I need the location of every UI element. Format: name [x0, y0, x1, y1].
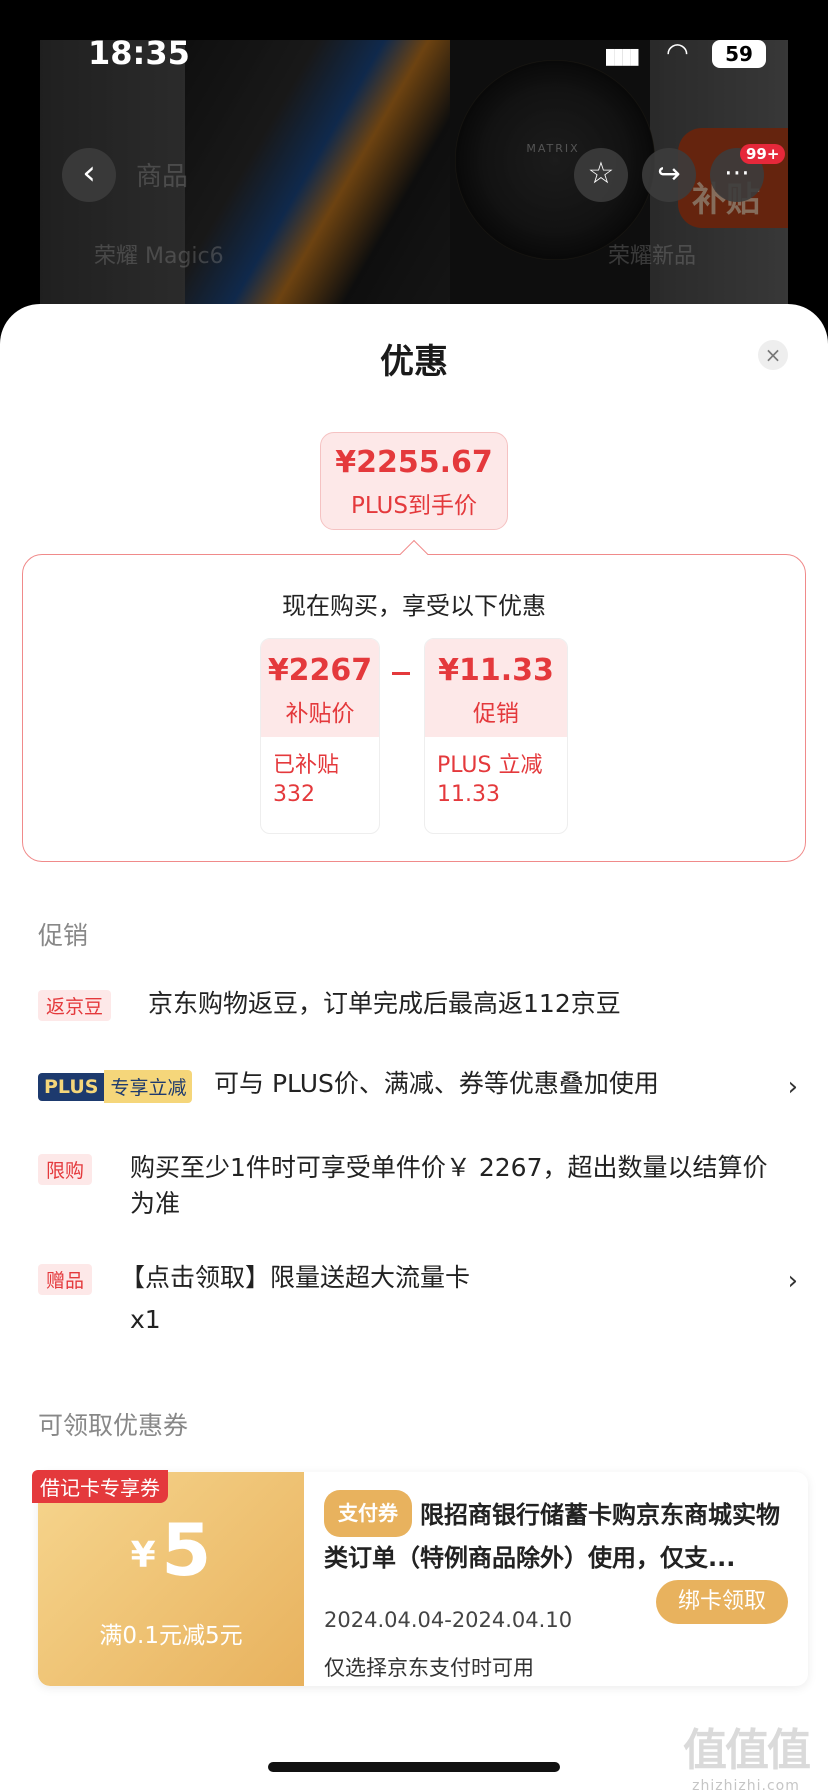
- subsidy-price-label: 补贴价: [285, 701, 355, 727]
- promo-tag: 赠品: [38, 1264, 93, 1295]
- back-button[interactable]: ‹: [62, 148, 116, 202]
- wifi-icon: ◠: [666, 38, 689, 68]
- signal-icon: ▮▮▮▮: [604, 44, 640, 69]
- favorite-star-icon[interactable]: ☆: [574, 148, 628, 202]
- product-page-background: MATRIX 商品 荣耀 Magic6 荣耀新品 补贴 ‹ ☆ ↪ ⋯ 99+ …: [0, 0, 828, 340]
- promo-text: 可与 PLUS价、满减、券等优惠叠加使用: [214, 1069, 659, 1098]
- promo-row-plus[interactable]: PLUS 专享立减 可与 PLUS价、满减、券等优惠叠加使用 ›: [38, 1069, 798, 1103]
- coupon-amount-value: 5: [161, 1508, 212, 1592]
- coupon-value-panel: ¥ 5 满0.1元减5元: [38, 1472, 304, 1686]
- subsidy-price-value: ¥2267: [267, 653, 373, 688]
- coupon-note: 仅选择京东支付时可用: [324, 1656, 534, 1680]
- promotion-discount-card: ¥11.33 促销 PLUS 立减 11.33: [424, 638, 568, 834]
- promo-row-limit: 限购 购买至少1件时可享受单件价￥ 2267，超出数量以结算价为准: [38, 1153, 798, 1218]
- coupon-condition: 满0.1元减5元: [99, 1623, 243, 1649]
- promotion-detail: PLUS 立减 11.33: [437, 753, 543, 807]
- coupon-title: 支付券 限招商银行储蓄卡购京东商城实物类订单（特例商品除外）使用，仅支...: [324, 1490, 794, 1580]
- final-price-label: PLUS到手价: [351, 493, 477, 519]
- promo-tag: 限购: [38, 1154, 93, 1185]
- home-indicator[interactable]: [268, 1762, 560, 1772]
- gift-quantity: x1: [130, 1305, 161, 1334]
- promo-text: 京东购物返豆，订单完成后最高返112京豆: [148, 989, 621, 1018]
- status-bar: 18:35 ▮▮▮▮ ◠ 59: [0, 0, 828, 80]
- sheet-title: 优惠: [380, 342, 448, 382]
- promo-row-jingdou: 返京豆 京东购物返豆，订单完成后最高返112京豆: [38, 989, 798, 1021]
- subsidy-price-card: ¥2267 补贴价 已补贴 332: [260, 638, 380, 834]
- coupon-details: 支付券 限招商银行储蓄卡购京东商城实物类订单（特例商品除外）使用，仅支...: [324, 1490, 794, 1580]
- chevron-right-icon: ›: [787, 1266, 798, 1296]
- subsidy-detail: 已补贴 332: [273, 753, 340, 807]
- coupon-amount: ¥ 5: [38, 1508, 304, 1592]
- coupon-card: ¥ 5 满0.1元减5元 支付券 限招商银行储蓄卡购京东商城实物类订单（特例商品除…: [38, 1472, 808, 1686]
- bind-card-button[interactable]: 绑卡领取: [656, 1580, 788, 1624]
- share-icon[interactable]: ↪: [642, 148, 696, 202]
- coupon-currency: ¥: [130, 1535, 156, 1576]
- plus-exclusive-tag: 专享立减: [104, 1070, 193, 1103]
- minus-icon: [392, 672, 410, 675]
- promo-text: 购买至少1件时可享受单件价￥ 2267，超出数量以结算价为准: [130, 1153, 768, 1218]
- watermark-text: 值值值: [683, 1725, 811, 1776]
- coupons-section-title: 可领取优惠券: [38, 1411, 189, 1440]
- close-icon[interactable]: ×: [758, 340, 788, 370]
- coupon-date: 2024.04.04-2024.04.10: [324, 1608, 573, 1632]
- plus-tag: PLUS: [38, 1072, 105, 1101]
- promotion-discount-label: 促销: [473, 701, 519, 727]
- pay-coupon-tag: 支付券: [324, 1490, 412, 1537]
- breakdown-heading: 现在购买，享受以下优惠: [282, 592, 546, 620]
- promo-tag: 返京豆: [38, 990, 112, 1021]
- promotions-section-title: 促销: [38, 921, 89, 950]
- cart-count-badge: 99+: [740, 144, 786, 164]
- final-price-value: ¥2255.67: [335, 445, 493, 480]
- battery-icon: 59: [712, 40, 766, 68]
- chevron-right-icon: ›: [787, 1072, 798, 1102]
- discount-sheet: 优惠 × ¥2255.67 PLUS到手价 现在购买，享受以下优惠 ¥2267 …: [0, 304, 828, 1792]
- promo-row-gift[interactable]: 赠品 【点击领取】限量送超大流量卡 x1 ›: [38, 1263, 798, 1334]
- watermark-logo: 值值值 zhizhizhi.com: [676, 1714, 816, 1792]
- promotion-discount-value: ¥11.33: [438, 653, 554, 688]
- final-price-badge: ¥2255.67 PLUS到手价: [320, 432, 508, 530]
- debit-card-ribbon: 借记卡专享券: [32, 1470, 168, 1503]
- status-time: 18:35: [88, 34, 190, 72]
- watermark-url: zhizhizhi.com: [692, 1778, 800, 1792]
- promo-text: 【点击领取】限量送超大流量卡: [120, 1263, 471, 1292]
